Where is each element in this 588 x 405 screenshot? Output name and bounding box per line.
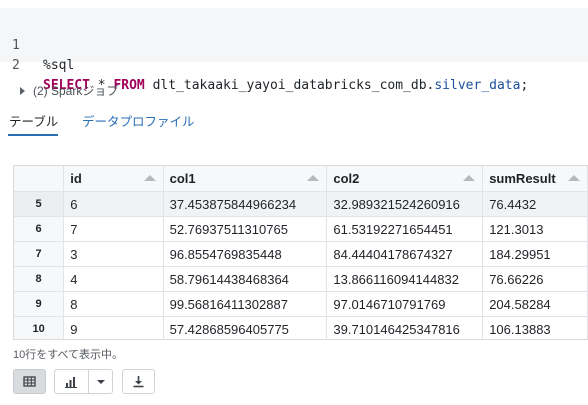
- table-row[interactable]: 9 8 99.56816411302887 97.0146710791769 2…: [14, 291, 588, 317]
- table-cell: 57.42868596405775: [163, 316, 328, 339]
- column-header-label: sumResult: [489, 171, 556, 186]
- table-cell: 76.66226: [482, 266, 588, 292]
- table-cell: 37.453875844966234: [163, 191, 328, 217]
- bar-chart-icon: [65, 377, 77, 388]
- sort-icon[interactable]: [568, 175, 580, 181]
- table-row[interactable]: 10 9 57.42868596405775 39.71014642534781…: [14, 316, 588, 339]
- table-row[interactable]: 8 4 58.79614438468364 13.866116094144832…: [14, 266, 588, 292]
- table-cell: 8: [63, 291, 164, 317]
- download-icon: [133, 376, 144, 388]
- table-cell: 184.29951: [482, 241, 588, 267]
- table-cell: 32.989321524260916: [326, 191, 484, 217]
- table-cell: 121.3013: [482, 216, 588, 242]
- tab-table[interactable]: テーブル: [9, 113, 58, 131]
- table-cell: 52.76937511310765: [163, 216, 328, 242]
- row-number: 7: [14, 241, 65, 267]
- line-number: 2: [12, 58, 20, 73]
- column-header-id[interactable]: id: [63, 166, 164, 192]
- row-number: 8: [14, 266, 65, 292]
- table-cell: 9: [63, 316, 164, 339]
- table-cell: 3: [63, 241, 164, 267]
- table-cell: 4: [63, 266, 164, 292]
- column-header-label: col2: [333, 171, 360, 186]
- table-row[interactable]: 5 6 37.453875844966234 32.98932152426091…: [14, 191, 588, 217]
- table-cell: 58.79614438468364: [163, 266, 328, 292]
- table-cell: 204.58284: [482, 291, 588, 317]
- tab-data-profile[interactable]: データプロファイル: [82, 113, 195, 131]
- table-cell: 106.13883: [482, 316, 588, 339]
- column-header-label: id: [70, 171, 82, 186]
- row-number: 5: [14, 191, 65, 217]
- sort-icon[interactable]: [143, 175, 156, 181]
- code-text: %sql: [43, 58, 75, 73]
- spark-jobs-toggle[interactable]: (2) Sparkジョブ: [20, 82, 118, 100]
- table-cell: 99.56816411302887: [163, 291, 328, 317]
- row-count-text: 10行をすべて表示中。: [13, 349, 124, 361]
- download-button[interactable]: [122, 369, 155, 394]
- code-editor[interactable]: 1 %sql 2 SELECT * FROM dlt_takaaki_yayoi…: [0, 8, 588, 93]
- table-view-button[interactable]: [13, 369, 46, 394]
- column-header-sumresult[interactable]: sumResult: [482, 166, 588, 192]
- table-cell: 7: [63, 216, 164, 242]
- code-line-1: 1 %sql: [0, 16, 74, 73]
- row-number: 10: [14, 316, 65, 339]
- sort-icon[interactable]: [463, 175, 476, 181]
- chevron-down-icon[interactable]: [89, 370, 113, 393]
- table-view-icon: [23, 376, 36, 387]
- table-cell: 84.44404178674327: [326, 241, 484, 267]
- table-row[interactable]: 6 7 52.76937511310765 61.53192271654451 …: [14, 216, 588, 242]
- column-header-label: col1: [169, 171, 196, 186]
- spark-jobs-label: (2) Sparkジョブ: [33, 84, 119, 98]
- sql-table-prefix: dlt_takaaki_yayoi_databricks_com_db.: [144, 78, 435, 93]
- row-number-header: [14, 166, 65, 192]
- table-cell: 97.0146710791769: [326, 291, 484, 317]
- row-number: 9: [14, 291, 65, 317]
- table-row[interactable]: 7 3 96.8554769835448 84.44404178674327 1…: [14, 241, 588, 267]
- table-cell: 39.710146425347816: [326, 316, 484, 339]
- table-cell: 6: [63, 191, 164, 217]
- sql-table-name: silver_data: [434, 78, 521, 93]
- table-cell: 76.4432: [482, 191, 588, 217]
- column-header-col2[interactable]: col2: [326, 166, 484, 192]
- sql-terminator: ;: [520, 78, 529, 93]
- column-header-col1[interactable]: col1: [163, 166, 328, 192]
- active-tab-indicator: [8, 134, 58, 136]
- row-number: 6: [14, 216, 65, 242]
- table-cell: 96.8554769835448: [163, 241, 328, 267]
- table-cell: 61.53192271654451: [326, 216, 484, 242]
- result-table[interactable]: id col1 col2 sumResult 5 6 37.4538758449…: [13, 165, 588, 340]
- table-cell: 13.866116094144832: [326, 266, 484, 292]
- code-line-2: 2 SELECT * FROM dlt_takaaki_yayoi_databr…: [0, 36, 528, 93]
- chart-view-button[interactable]: [54, 369, 113, 394]
- sort-icon[interactable]: [307, 175, 320, 181]
- header-row: id col1 col2 sumResult: [14, 166, 588, 192]
- expand-triangle-icon: [20, 87, 25, 95]
